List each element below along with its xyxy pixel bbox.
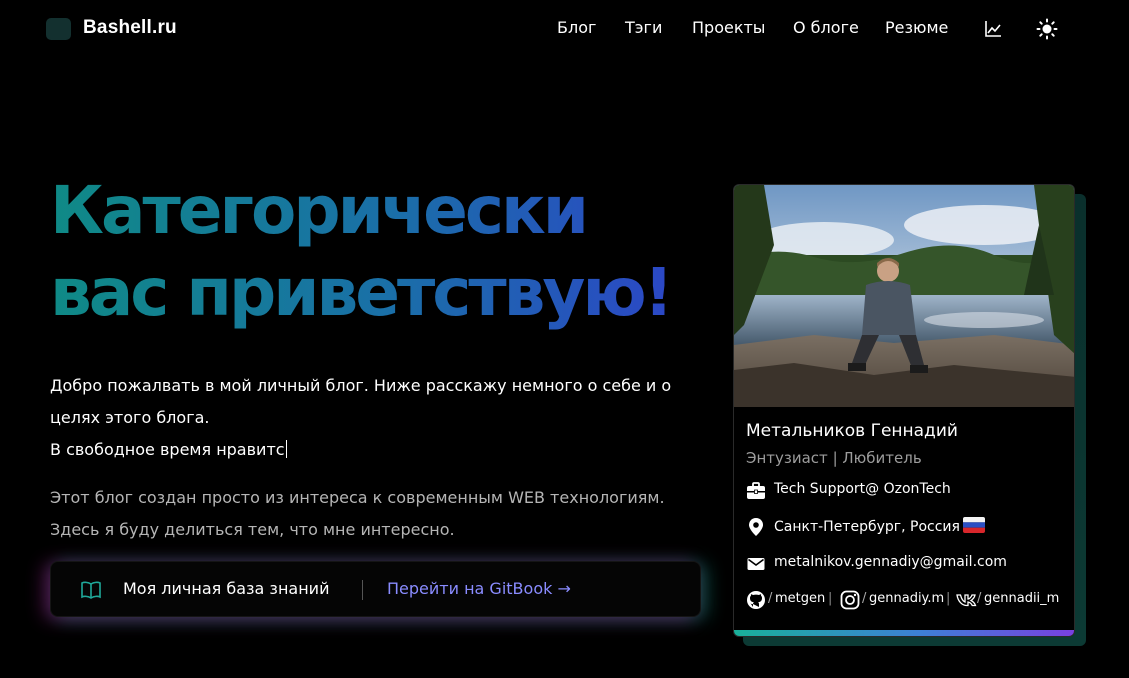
- site-header: Bashell.ru Блог Тэги Проекты О блоге Рез…: [0, 0, 1129, 58]
- social-separator: |: [828, 591, 833, 606]
- typing-cursor: [285, 440, 287, 458]
- sun-icon[interactable]: [1036, 18, 1058, 40]
- github-handle[interactable]: metgen: [775, 591, 825, 606]
- location-pin-icon: [749, 518, 763, 536]
- profile-photo: [734, 185, 1074, 407]
- site-name[interactable]: Bashell.ru: [83, 17, 177, 39]
- hero-title: Категорически вас приветствую!: [50, 170, 730, 334]
- about-line1: Этот блог создан просто из интереса к со…: [50, 488, 665, 507]
- hero-title-line1: Категорически: [50, 172, 587, 249]
- divider: [362, 580, 363, 600]
- about-text: Этот блог создан просто из интереса к со…: [50, 482, 700, 546]
- briefcase-icon: [747, 482, 765, 499]
- intro-text: Добро пожалвать в мой личный блог. Ниже …: [50, 370, 700, 466]
- gitbook-link[interactable]: Перейти на GitBook →: [387, 579, 571, 598]
- nav-blog[interactable]: Блог: [557, 18, 596, 37]
- knowledge-base-label: Моя личная база знаний: [123, 579, 330, 598]
- profile-card: Метальников Геннадий Энтузиаст | Любител…: [733, 184, 1075, 637]
- logo-icon[interactable]: [46, 18, 71, 40]
- knowledge-base-banner: Моя личная база знаний Перейти на GitBoo…: [50, 561, 701, 617]
- instagram-handle[interactable]: gennadiy.m: [869, 591, 944, 606]
- vk-prefix: /: [977, 591, 982, 606]
- instagram-prefix: /: [862, 591, 867, 606]
- hero-title-line2: вас приветствую!: [50, 254, 671, 331]
- nav-projects[interactable]: Проекты: [692, 18, 765, 37]
- social-separator: |: [946, 591, 951, 606]
- nav-resume[interactable]: Резюме: [885, 18, 948, 37]
- location-label: Санкт-Петербург, Россия: [774, 519, 960, 535]
- profile-role: Энтузиаст | Любитель: [746, 449, 922, 467]
- mail-icon: [747, 558, 765, 570]
- intro-line1: Добро пожалвать в мой личный блог. Ниже …: [50, 376, 672, 395]
- nav-tags[interactable]: Тэги: [625, 18, 662, 37]
- job-text: Tech Support@ OzonTech: [774, 481, 951, 497]
- nav-about[interactable]: О блоге: [793, 18, 859, 37]
- book-icon: [81, 581, 101, 599]
- location-text: Санкт-Петербург, Россия: [774, 517, 985, 535]
- instagram-icon: [840, 590, 860, 610]
- email-text[interactable]: metalnikov.gennadiy@gmail.com: [774, 554, 1007, 570]
- vk-icon: [956, 594, 977, 607]
- chart-icon[interactable]: [982, 18, 1004, 40]
- profile-name: Метальников Геннадий: [746, 421, 958, 441]
- intro-line2: целях этого блога.: [50, 408, 210, 427]
- github-prefix: /: [768, 591, 773, 606]
- about-line2: Здесь я буду делиться тем, что мне интер…: [50, 520, 455, 539]
- github-icon: [747, 591, 765, 609]
- typing-text: В свободное время нравитс: [50, 440, 285, 459]
- vk-handle[interactable]: gennadii_m: [984, 591, 1059, 606]
- card-gradient-bar: [734, 630, 1074, 636]
- russia-flag-icon: [962, 517, 985, 533]
